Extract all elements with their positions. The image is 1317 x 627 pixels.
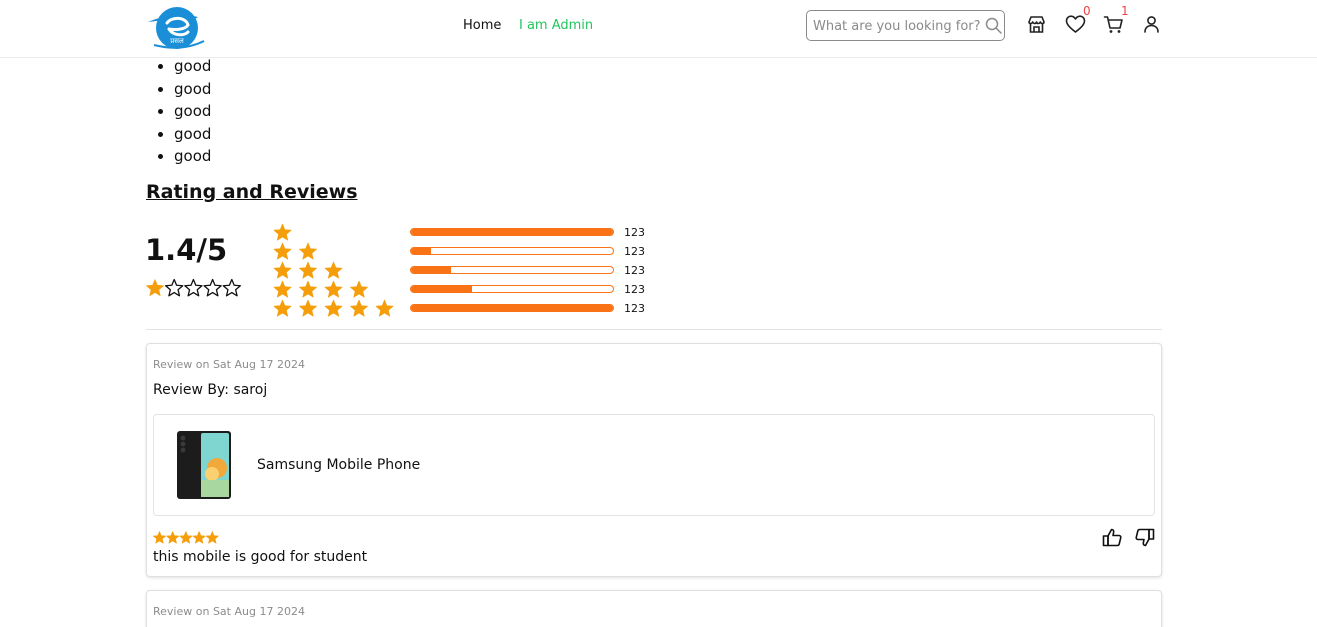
star-empty-icon xyxy=(184,278,203,297)
star-filled-icon xyxy=(153,531,166,544)
star-filled-icon xyxy=(299,280,317,298)
rating-bar-row: 123 xyxy=(410,226,650,247)
highlight-item: good xyxy=(174,145,211,168)
star-filled-icon xyxy=(299,261,317,279)
star-empty-icon xyxy=(222,278,242,297)
rating-bar-row: 123 xyxy=(410,302,650,323)
review-date: Review on Sat Aug 17 2024 xyxy=(153,605,305,618)
star-filled-icon xyxy=(205,531,219,544)
rating-bar-fill xyxy=(411,248,432,254)
star-filled-icon xyxy=(166,531,180,544)
highlight-item: good xyxy=(174,78,211,101)
highlight-item: good xyxy=(174,55,211,78)
star-filled-icon xyxy=(273,299,292,317)
star-filled-icon xyxy=(273,261,292,279)
star-empty-icon xyxy=(203,278,222,297)
search-box xyxy=(806,10,1005,41)
review-date: Review on Sat Aug 17 2024 xyxy=(153,358,305,371)
product-image xyxy=(177,431,231,499)
highlights-list: good good good good good xyxy=(174,55,211,168)
rating-count: 123 xyxy=(624,302,645,315)
star-filled-icon xyxy=(192,531,206,544)
rating-count: 123 xyxy=(624,245,645,258)
rating-bar-fill xyxy=(411,229,613,235)
review-card: Review on Sat Aug 17 2024 Review By: sar… xyxy=(146,343,1162,577)
logo-text: प्रसल xyxy=(170,37,184,45)
thumbs-up-icon[interactable] xyxy=(1102,527,1123,548)
nav-home-link[interactable]: Home xyxy=(463,18,501,33)
star-level-labels xyxy=(273,224,394,317)
star-filled-icon xyxy=(324,280,343,298)
store-icon[interactable] xyxy=(1026,14,1047,35)
rating-count: 123 xyxy=(624,226,645,239)
ratings-heading: Rating and Reviews xyxy=(146,181,358,203)
search-input[interactable] xyxy=(813,16,981,36)
review-text: this mobile is good for student xyxy=(153,549,368,565)
star-filled-icon xyxy=(324,299,343,317)
site-logo[interactable]: प्रसल xyxy=(146,5,206,51)
thumbs-down-icon[interactable] xyxy=(1134,527,1155,548)
star-empty-icon xyxy=(164,278,184,297)
rating-bar-track xyxy=(410,285,614,293)
star-filled-icon xyxy=(375,299,394,317)
review-author: Review By: saroj xyxy=(153,382,268,398)
rating-bar-fill xyxy=(411,286,472,292)
star-filled-icon xyxy=(350,299,368,317)
rating-count: 123 xyxy=(624,264,645,277)
rating-bar-track xyxy=(410,228,614,236)
average-star-rating xyxy=(146,278,242,297)
rating-count: 123 xyxy=(624,283,645,296)
user-account-icon[interactable] xyxy=(1141,14,1162,35)
highlight-item: good xyxy=(174,100,211,123)
star-filled-icon xyxy=(350,280,368,298)
review-card: Review on Sat Aug 17 2024 xyxy=(146,590,1162,627)
rating-bar-row: 123 xyxy=(410,245,650,266)
star-filled-icon xyxy=(179,531,193,544)
rating-bar-track xyxy=(410,247,614,255)
rating-bar-row: 123 xyxy=(410,264,650,285)
highlight-item: good xyxy=(174,123,211,146)
wishlist-count-badge: 0 xyxy=(1083,4,1091,18)
star-filled-icon xyxy=(273,242,292,260)
star-filled-icon xyxy=(273,280,292,298)
reviewed-product[interactable]: Samsung Mobile Phone xyxy=(153,414,1155,516)
star-filled-icon xyxy=(299,242,317,260)
star-filled-icon xyxy=(146,279,164,297)
product-name[interactable]: Samsung Mobile Phone xyxy=(257,457,420,473)
search-icon[interactable] xyxy=(985,17,1002,34)
section-divider xyxy=(146,329,1162,330)
rating-bar-fill xyxy=(411,267,452,273)
site-header: प्रसल Home I am Admin 0 1 xyxy=(0,0,1317,58)
rating-bar-fill xyxy=(411,305,613,311)
review-star-rating xyxy=(153,531,219,544)
star-filled-icon xyxy=(299,299,317,317)
rating-bar-track xyxy=(410,266,614,274)
rating-bar-track xyxy=(410,304,614,312)
nav-admin-link[interactable]: I am Admin xyxy=(519,18,593,33)
rating-bar-row: 123 xyxy=(410,283,650,304)
star-filled-icon xyxy=(273,224,292,241)
average-rating: 1.4/5 xyxy=(145,233,228,267)
cart-count-badge: 1 xyxy=(1121,4,1129,18)
star-filled-icon xyxy=(324,261,343,279)
